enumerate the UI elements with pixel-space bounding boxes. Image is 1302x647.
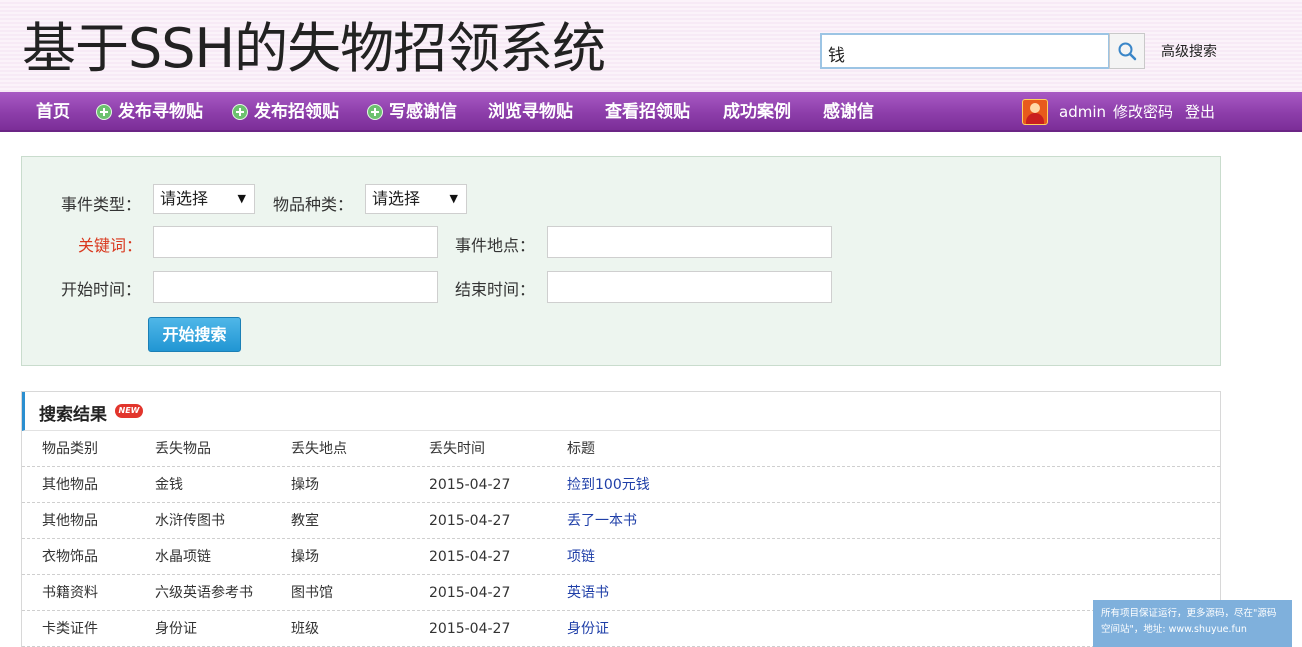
plus-icon — [367, 104, 383, 120]
title-link[interactable]: 捡到100元钱 — [567, 467, 650, 503]
table-header-row: 物品类别 丢失物品 丢失地点 丢失时间 标题 — [22, 431, 1220, 467]
lost-time: 2015-04-27 — [429, 477, 511, 493]
column-header: 丢失物品 — [155, 441, 211, 457]
nav-item-post-lost[interactable]: 发布寻物贴 — [96, 92, 203, 132]
plus-icon — [232, 104, 248, 120]
keyword-label: 关键词： — [78, 236, 143, 255]
event-type-select[interactable]: 请选择 ▼ — [153, 184, 255, 214]
item-category: 衣物饰品 — [42, 549, 98, 565]
start-time-label: 开始时间： — [61, 280, 142, 299]
item-category: 其他物品 — [42, 477, 98, 493]
nav-label: 成功案例 — [723, 102, 791, 122]
table-row: 卡类证件 身份证 班级 2015-04-27 身份证 — [22, 611, 1220, 647]
search-results: 搜索结果 NEW 物品类别 丢失物品 丢失地点 丢失时间 标题 其他物品 金钱 … — [21, 391, 1221, 647]
table-row: 其他物品 水浒传图书 教室 2015-04-27 丢了一本书 — [22, 503, 1220, 539]
lost-time: 2015-04-27 — [429, 621, 511, 637]
item-category: 其他物品 — [42, 513, 98, 529]
nav-item-post-found[interactable]: 发布招领贴 — [232, 92, 339, 132]
event-type-value: 请选择 — [160, 189, 209, 208]
change-password-link[interactable]: 修改密码 — [1113, 92, 1173, 132]
watermark-note: 所有项目保证运行，更多源码，尽在"源码 空间站"，地址: www.shuyue.… — [1093, 600, 1292, 647]
advanced-search-link[interactable]: 高级搜索 — [1161, 41, 1217, 61]
title-link[interactable]: 丢了一本书 — [567, 503, 637, 539]
nav-label: 感谢信 — [823, 102, 874, 122]
nav-item-browse-lost[interactable]: 浏览寻物贴 — [488, 92, 573, 132]
nav-item-write-thanks[interactable]: 写感谢信 — [367, 92, 457, 132]
lost-location: 操场 — [291, 477, 319, 493]
table-row: 衣物饰品 水晶项链 操场 2015-04-27 项链 — [22, 539, 1220, 575]
item-kind-select[interactable]: 请选择 ▼ — [365, 184, 467, 214]
item-category: 书籍资料 — [42, 585, 98, 601]
lost-item: 身份证 — [155, 621, 197, 637]
nav-label: 浏览寻物贴 — [488, 102, 573, 122]
main-nav: 首页 发布寻物贴 发布招领贴 写感谢信 浏览寻物贴 查看招领贴 成功案例 感谢信 — [0, 92, 1302, 132]
plus-icon — [96, 104, 112, 120]
results-title: 搜索结果 — [39, 405, 107, 425]
lost-location: 操场 — [291, 549, 319, 565]
search-button[interactable] — [1109, 33, 1145, 69]
username-link[interactable]: admin — [1059, 92, 1106, 132]
title-link[interactable]: 项链 — [567, 539, 595, 575]
lost-item: 六级英语参考书 — [155, 585, 253, 601]
lost-item: 水晶项链 — [155, 549, 211, 565]
watermark-line-1: 所有项目保证运行，更多源码，尽在"源码 — [1101, 608, 1277, 619]
site-title: 基于SSH的失物招领系统 — [22, 17, 606, 80]
location-input[interactable] — [547, 226, 832, 258]
logout-link[interactable]: 登出 — [1185, 92, 1215, 132]
dropdown-arrow-icon: ▼ — [237, 192, 246, 205]
avatar — [1022, 99, 1048, 125]
nav-label: 查看招领贴 — [605, 102, 690, 122]
nav-label: 写感谢信 — [389, 102, 457, 122]
nav-label: 发布招领贴 — [254, 102, 339, 122]
table-row: 书籍资料 六级英语参考书 图书馆 2015-04-27 英语书 — [22, 575, 1220, 611]
search-input[interactable]: 钱 — [820, 33, 1110, 69]
nav-label: 发布寻物贴 — [118, 102, 203, 122]
search-icon — [1118, 42, 1137, 61]
start-search-button[interactable]: 开始搜索 — [148, 317, 241, 352]
nav-item-home[interactable]: 首页 — [36, 92, 70, 132]
end-time-input[interactable] — [547, 271, 832, 303]
lost-location: 教室 — [291, 513, 319, 529]
search-filter-panel: 事件类型： 请选择 ▼ 物品种类： 请选择 ▼ 关键词： 事件地点： 开始时间：… — [21, 156, 1221, 366]
column-header: 物品类别 — [42, 441, 98, 457]
column-header: 标题 — [567, 441, 595, 457]
nav-item-success-cases[interactable]: 成功案例 — [723, 92, 791, 132]
nav-label: 首页 — [36, 102, 70, 122]
results-header: 搜索结果 NEW — [22, 392, 1220, 431]
title-link[interactable]: 英语书 — [567, 575, 609, 611]
event-type-label: 事件类型： — [61, 195, 142, 214]
lost-location: 图书馆 — [291, 585, 333, 601]
lost-item: 金钱 — [155, 477, 183, 493]
lost-time: 2015-04-27 — [429, 585, 511, 601]
table-row: 其他物品 金钱 操场 2015-04-27 捡到100元钱 — [22, 467, 1220, 503]
nav-item-thanks-letters[interactable]: 感谢信 — [823, 92, 874, 132]
nav-item-view-found[interactable]: 查看招领贴 — [605, 92, 690, 132]
lost-location: 班级 — [291, 621, 319, 637]
title-link[interactable]: 身份证 — [567, 611, 609, 647]
dropdown-arrow-icon: ▼ — [449, 192, 458, 205]
lost-time: 2015-04-27 — [429, 549, 511, 565]
header: 基于SSH的失物招领系统 钱 高级搜索 — [0, 0, 1302, 92]
watermark-line-2: 空间站"，地址: www.shuyue.fun — [1101, 624, 1247, 635]
column-header: 丢失时间 — [429, 441, 485, 457]
item-category: 卡类证件 — [42, 621, 98, 637]
location-label: 事件地点： — [455, 236, 536, 255]
end-time-label: 结束时间： — [455, 280, 536, 299]
new-badge: NEW — [115, 404, 143, 418]
keyword-input[interactable] — [153, 226, 438, 258]
item-kind-value: 请选择 — [372, 189, 421, 208]
lost-time: 2015-04-27 — [429, 513, 511, 529]
item-kind-label: 物品种类： — [273, 195, 354, 214]
lost-item: 水浒传图书 — [155, 513, 225, 529]
column-header: 丢失地点 — [291, 441, 347, 457]
start-time-input[interactable] — [153, 271, 438, 303]
